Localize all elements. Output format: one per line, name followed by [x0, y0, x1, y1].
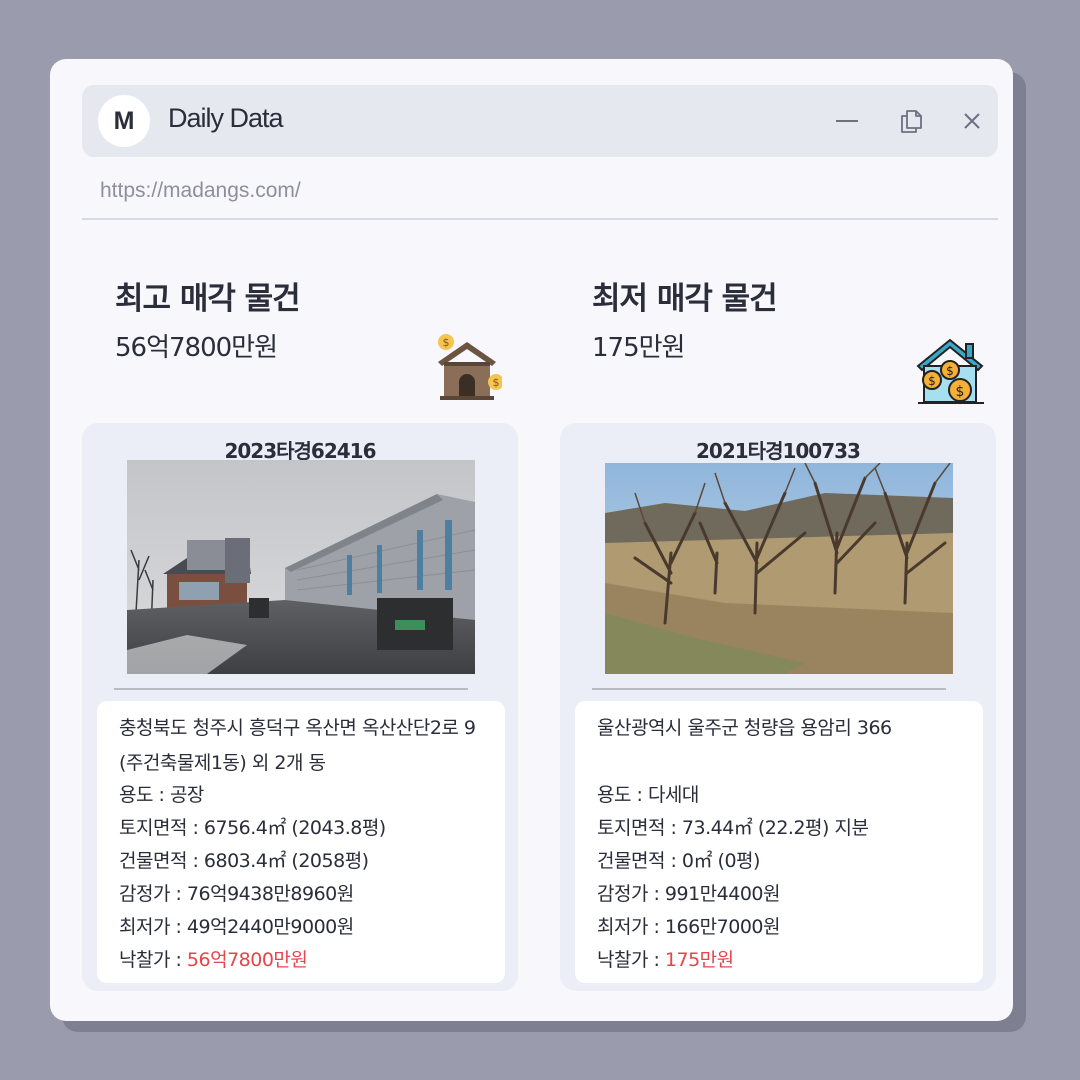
highest-item-card[interactable]: 2023타경62416 충청북도 청주시 흥덕구 옥산면 옥산산단2로 9 (주…	[82, 423, 518, 991]
use: 용도 : 다세대	[597, 784, 699, 806]
house-money-icon: $ $	[432, 332, 504, 402]
header-divider	[82, 218, 998, 220]
appraisal-price: 감정가 : 76억9438만8960원	[119, 883, 354, 905]
svg-text:$: $	[443, 336, 450, 349]
lowest-item-card[interactable]: 2021타경100733 울산광역시 울주군 청량읍 용암리 366 용도: …	[560, 423, 996, 991]
copy-icon	[901, 110, 922, 133]
use: 용도 : 공장	[119, 784, 204, 806]
house-coins-icon: $ $ $	[916, 336, 986, 406]
lowest-price: 175만원	[592, 333, 685, 363]
minimum-price: 최저가 : 166만7000원	[597, 916, 781, 938]
highest-title: 최고 매각 물건	[115, 281, 301, 317]
case-number: 2021타경100733	[696, 439, 861, 463]
winning-bid-label: 낙찰가 :	[119, 949, 187, 971]
winning-bid: 낙찰가 : 175만원	[597, 944, 961, 977]
minimize-button[interactable]	[833, 107, 861, 135]
address: 울산광역시 울주군 청량읍 용암리 366	[597, 717, 892, 739]
card-divider	[114, 688, 468, 690]
minimize-icon	[836, 120, 858, 122]
svg-text:$: $	[956, 384, 965, 400]
app-title: Daily Data	[168, 103, 284, 133]
card-divider	[592, 688, 946, 690]
appraisal-price: 감정가 : 991만4400원	[597, 883, 781, 905]
winning-bid-value: 175만원	[664, 949, 734, 971]
property-photo	[605, 463, 953, 674]
item-details: 울산광역시 울주군 청량읍 용암리 366 용도 : 다세대 토지면적 : 73…	[575, 701, 983, 983]
minimum-price: 최저가 : 49억2440만9000원	[119, 916, 354, 938]
app-logo: M	[98, 95, 150, 147]
winning-bid-label: 낙찰가 :	[597, 949, 665, 971]
land-area: 토지면적 : 73.44㎡ (22.2평) 지분	[597, 817, 869, 839]
building-area: 건물면적 : 0㎡ (0평)	[597, 850, 760, 872]
copy-button[interactable]	[897, 107, 925, 135]
url-text[interactable]: https://madangs.com/	[100, 179, 301, 203]
highest-price: 56억7800만원	[115, 333, 278, 363]
land-area: 토지면적 : 6756.4㎡ (2043.8평)	[119, 817, 386, 839]
svg-text:$: $	[493, 376, 500, 389]
close-button[interactable]	[958, 107, 986, 135]
close-icon	[964, 113, 980, 129]
item-details: 충청북도 청주시 흥덕구 옥산면 옥산산단2로 9 (주건축물제1동) 외 2개…	[97, 701, 505, 983]
address: 충청북도 청주시 흥덕구 옥산면 옥산산단2로 9 (주건축물제1동) 외 2개…	[119, 717, 476, 774]
building-area: 건물면적 : 6803.4㎡ (2058평)	[119, 850, 369, 872]
winning-bid-value: 56억7800만원	[186, 949, 308, 971]
svg-text:$: $	[928, 374, 936, 388]
app-window: M Daily Data https://madangs.com/ 최고 매각 …	[50, 59, 1013, 1021]
svg-text:$: $	[946, 364, 954, 378]
property-photo	[127, 460, 475, 674]
winning-bid: 낙찰가 : 56억7800만원	[119, 944, 483, 977]
lowest-title: 최저 매각 물건	[592, 281, 778, 317]
title-bar: M Daily Data	[82, 85, 998, 157]
